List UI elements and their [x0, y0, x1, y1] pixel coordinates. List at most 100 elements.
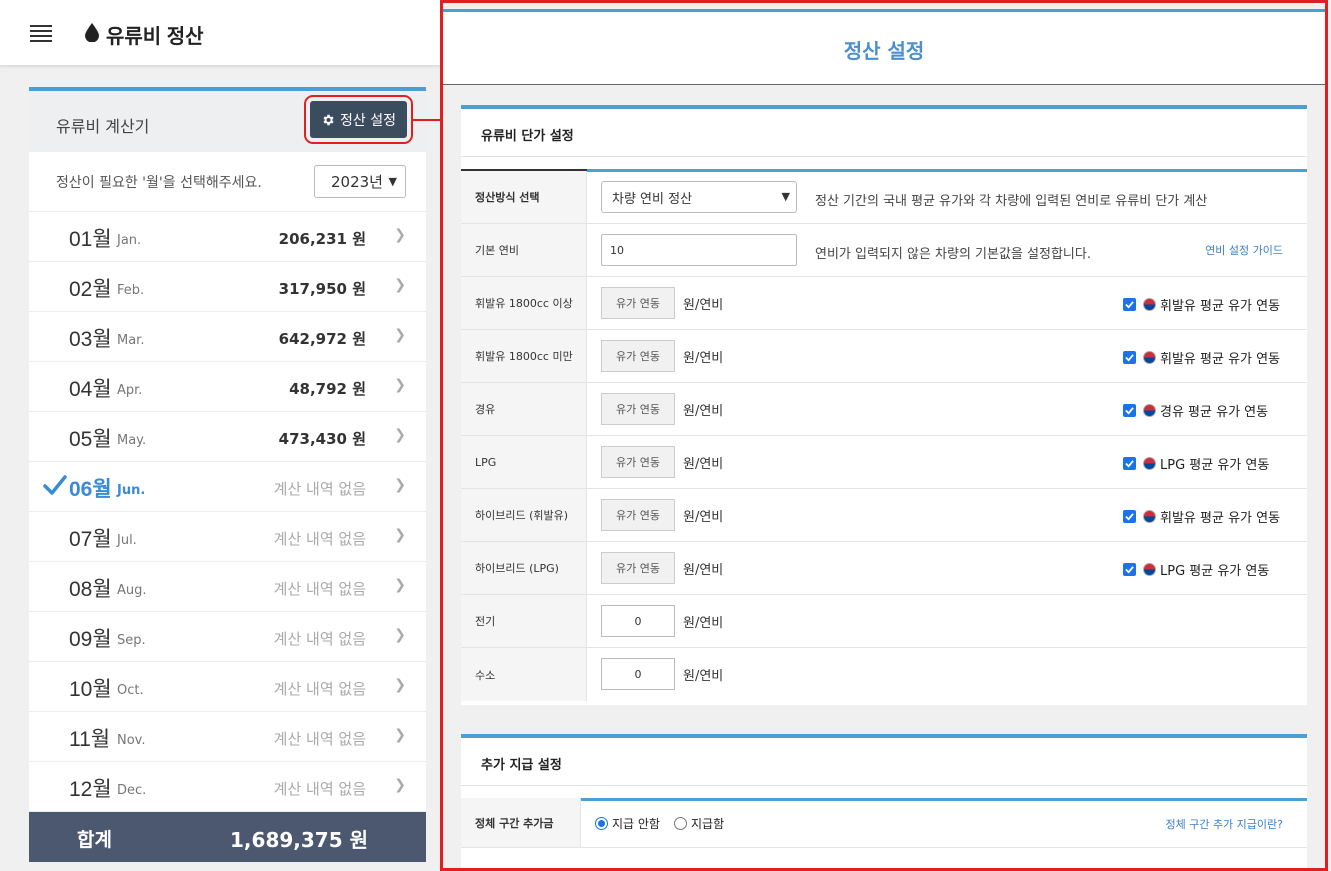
- month-number: 12월: [69, 778, 112, 801]
- electric-row: 전기 0 원/연비: [461, 595, 1307, 648]
- chevron-right-icon: ❯: [394, 377, 406, 393]
- method-label: 정산방식 선택: [461, 171, 587, 223]
- checkbox-checked-icon[interactable]: [1123, 510, 1136, 523]
- month-row[interactable]: 05월 May. 473,430 원 ❯: [29, 412, 426, 462]
- checkbox-checked-icon[interactable]: [1123, 457, 1136, 470]
- settings-header: 정산 설정: [443, 9, 1325, 85]
- fuel-price-link-label: 휘발유 평균 유가 연동: [1160, 352, 1281, 367]
- month-value: 계산 내역 없음: [273, 780, 366, 798]
- fuel-link-button[interactable]: 유가 연동: [601, 393, 675, 425]
- korea-flag-icon: [1143, 510, 1156, 523]
- fuel-price-link-label: LPG 평균 유가 연동: [1160, 458, 1270, 473]
- month-list: 01월 Jan. 206,231 원 ❯ 02월 Feb. 317,950 원 ❯ 03월 Mar…: [29, 212, 426, 812]
- fuel-link-button[interactable]: 유가 연동: [601, 552, 675, 584]
- fuel-link-button[interactable]: 유가 연동: [601, 446, 675, 478]
- fuel-price-link-check[interactable]: 경유 평균 유가 연동: [1123, 401, 1268, 420]
- settle-settings-button[interactable]: 정산 설정: [304, 95, 413, 144]
- month-english: Oct.: [117, 683, 144, 698]
- month-number: 03월: [69, 328, 112, 351]
- month-row[interactable]: 03월 Mar. 642,972 원 ❯: [29, 312, 426, 362]
- fuel-rows: 휘발유 1800cc 이상 유가 연동 원/연비 휘발유 평균 유가 연동 휘발유 18…: [461, 277, 1307, 595]
- radio-no-pay[interactable]: [595, 817, 608, 830]
- month-english: Dec.: [117, 783, 147, 798]
- month-value: 48,792 원: [289, 380, 366, 398]
- korea-flag-icon: [1143, 298, 1156, 311]
- month-value: 계산 내역 없음: [273, 530, 366, 548]
- month-row[interactable]: 12월 Dec. 계산 내역 없음 ❯: [29, 762, 426, 812]
- checkbox-checked-icon[interactable]: [1123, 404, 1136, 417]
- fuel-price-link-check[interactable]: 휘발유 평균 유가 연동: [1123, 507, 1280, 526]
- base-efficiency-input[interactable]: 10: [601, 234, 797, 266]
- checkbox-checked-icon[interactable]: [1123, 351, 1136, 364]
- unit-label: 원/연비: [683, 616, 724, 631]
- fuel-calculator-card: 유류비 계산기 정산 설정 정산이 필요한 '월'을 선택해주세요. 2023년…: [29, 87, 426, 862]
- month-number: 08월: [69, 578, 112, 601]
- radio-pay[interactable]: [673, 817, 687, 830]
- fuel-row: 하이브리드 (LPG) 유가 연동 원/연비 LPG 평균 유가 연동: [461, 542, 1307, 595]
- hydrogen-input[interactable]: 0: [601, 658, 675, 690]
- fuel-price-link-check[interactable]: 휘발유 평균 유가 연동: [1123, 295, 1280, 314]
- fuel-link-button[interactable]: 유가 연동: [601, 340, 675, 372]
- base-efficiency-row: 기본 연비 10 연비가 입력되지 않은 차량의 기본값을 설정합니다. 연비 …: [461, 224, 1307, 277]
- unit-label: 원/연비: [683, 563, 724, 578]
- month-value: 계산 내역 없음: [273, 480, 366, 498]
- gear-icon: [323, 114, 334, 125]
- fuel-row: 휘발유 1800cc 이상 유가 연동 원/연비 휘발유 평균 유가 연동: [461, 277, 1307, 330]
- congestion-label: 정체 구간 추가금: [461, 798, 581, 847]
- fuel-label: 하이브리드 (LPG): [461, 542, 587, 594]
- method-description: 정산 기간의 국내 평균 유가와 각 차량에 입력된 연비로 유류비 단가 계산: [815, 194, 1208, 209]
- chevron-right-icon: ❯: [394, 527, 406, 543]
- fuel-price-link-check[interactable]: LPG 평균 유가 연동: [1123, 560, 1269, 579]
- year-select-value: 2023년: [331, 173, 383, 191]
- unit-price-section-title: 유류비 단가 설정: [481, 129, 574, 144]
- month-number: 05월: [69, 428, 112, 451]
- month-row[interactable]: 09월 Sep. 계산 내역 없음 ❯: [29, 612, 426, 662]
- electric-input[interactable]: 0: [601, 605, 675, 637]
- congestion-help-link[interactable]: 정체 구간 추가 지급이란?: [1165, 816, 1283, 832]
- fuel-price-link-check[interactable]: 휘발유 평균 유가 연동: [1123, 348, 1280, 367]
- fuel-label: LPG: [461, 436, 587, 488]
- month-row[interactable]: 04월 Apr. 48,792 원 ❯: [29, 362, 426, 412]
- month-english: Nov.: [117, 733, 146, 748]
- month-number: 01월: [69, 228, 112, 251]
- month-number: 06월: [69, 478, 112, 501]
- month-row[interactable]: 02월 Feb. 317,950 원 ❯: [29, 262, 426, 312]
- month-value: 206,231 원: [278, 230, 366, 248]
- fuel-price-link-check[interactable]: LPG 평균 유가 연동: [1123, 454, 1269, 473]
- fuel-link-button[interactable]: 유가 연동: [601, 287, 675, 319]
- month-row[interactable]: 08월 Aug. 계산 내역 없음 ❯: [29, 562, 426, 612]
- month-number: 09월: [69, 628, 112, 651]
- month-value: 317,950 원: [278, 280, 366, 298]
- congestion-row: 정체 구간 추가금 지급 안함 지급함 정체 구간 추가 지급이란?: [461, 798, 1307, 848]
- month-row[interactable]: 01월 Jan. 206,231 원 ❯: [29, 212, 426, 262]
- calculator-header: 유류비 계산기 정산 설정: [29, 87, 426, 152]
- month-english: May.: [117, 433, 147, 448]
- korea-flag-icon: [1143, 404, 1156, 417]
- fuel-row: LPG 유가 연동 원/연비 LPG 평균 유가 연동: [461, 436, 1307, 489]
- fuel-label: 하이브리드 (휘발유): [461, 489, 587, 541]
- unit-label: 원/연비: [683, 404, 724, 419]
- month-row[interactable]: 10월 Oct. 계산 내역 없음 ❯: [29, 662, 426, 712]
- checkbox-checked-icon[interactable]: [1123, 563, 1136, 576]
- settings-title: 정산 설정: [843, 39, 925, 63]
- month-value: 계산 내역 없음: [273, 730, 366, 748]
- checkbox-checked-icon[interactable]: [1123, 298, 1136, 311]
- extra-payment-section-title: 추가 지급 설정: [481, 758, 562, 773]
- hamburger-menu-icon[interactable]: [30, 25, 52, 43]
- month-english: Sep.: [117, 633, 146, 648]
- efficiency-guide-link[interactable]: 연비 설정 가이드: [1205, 242, 1283, 258]
- fuel-drop-icon: [85, 23, 99, 42]
- unit-label: 원/연비: [683, 298, 724, 313]
- hydrogen-row: 수소 0 원/연비: [461, 648, 1307, 701]
- fuel-label: 휘발유 1800cc 미만: [461, 330, 587, 382]
- chevron-right-icon: ❯: [394, 477, 406, 493]
- month-row[interactable]: 07월 Jul. 계산 내역 없음 ❯: [29, 512, 426, 562]
- month-row[interactable]: 11월 Nov. 계산 내역 없음 ❯: [29, 712, 426, 762]
- method-select[interactable]: 차량 연비 정산 ▼: [601, 181, 797, 213]
- month-row[interactable]: 06월 Jun. 계산 내역 없음 ❯: [29, 462, 426, 512]
- chevron-right-icon: ❯: [394, 727, 406, 743]
- month-number: 07월: [69, 528, 112, 551]
- year-select[interactable]: 2023년 ▼: [314, 165, 406, 198]
- month-english: Feb.: [117, 283, 145, 298]
- fuel-link-button[interactable]: 유가 연동: [601, 499, 675, 531]
